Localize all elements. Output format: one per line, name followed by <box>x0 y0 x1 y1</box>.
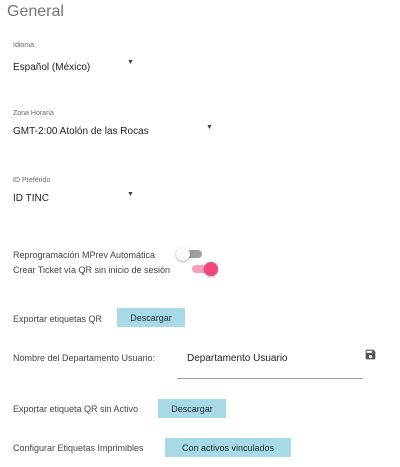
print-labels-label: Configurar Etiquetas Imprimibles <box>13 443 144 453</box>
language-select[interactable]: Idioma Español (México) ▼ <box>13 42 143 73</box>
timezone-value: GMT-2:00 Atolón de las Rocas <box>13 126 149 137</box>
preferred-id-select[interactable]: ID Preferido ID TINC ▼ <box>13 177 143 207</box>
toggle-knob <box>176 247 190 261</box>
export-qr-no-asset-label: Exportar etiqueta QR sin Activo <box>13 404 139 414</box>
section-title: General <box>7 3 64 20</box>
department-name-input[interactable] <box>187 350 357 366</box>
export-qr-label: Exportar etiquetas QR <box>13 314 103 324</box>
reprogramming-label: Reprogramación MPrev Automática <box>13 250 156 260</box>
qr-ticket-toggle[interactable] <box>190 262 220 276</box>
linked-assets-button[interactable]: Con activos vinculados <box>165 438 291 457</box>
department-input-underline <box>177 378 363 379</box>
export-qr-no-asset-download-button[interactable]: Descargar <box>158 399 226 418</box>
language-value: Español (México) <box>13 62 91 73</box>
export-qr-download-button[interactable]: Descargar <box>117 308 185 327</box>
preferred-id-value: ID TINC <box>13 193 49 204</box>
chevron-down-icon: ▼ <box>127 59 134 66</box>
chevron-down-icon: ▼ <box>206 124 213 131</box>
language-caption: Idioma <box>13 42 35 49</box>
chevron-down-icon: ▼ <box>127 191 134 198</box>
preferred-id-caption: ID Preferido <box>13 177 51 184</box>
department-label: Nombre del Departamento Usuario: <box>13 353 156 363</box>
timezone-caption: Zona Horaria <box>13 110 54 117</box>
qr-ticket-label: Crear Ticket vía QR sin inicio de sesión <box>13 265 171 275</box>
save-icon[interactable] <box>364 348 378 362</box>
toggle-knob <box>204 262 218 276</box>
reprogramming-toggle[interactable] <box>176 247 206 261</box>
timezone-select[interactable]: Zona Horaria GMT-2:00 Atolón de las Roca… <box>13 110 223 140</box>
